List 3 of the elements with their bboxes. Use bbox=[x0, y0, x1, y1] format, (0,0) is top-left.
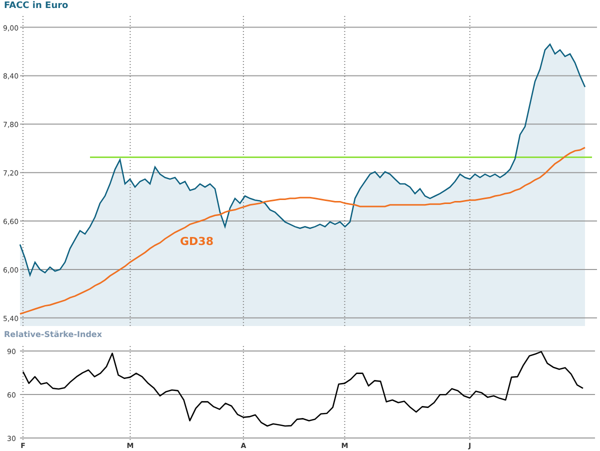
series-label: GD38 bbox=[180, 235, 214, 248]
chart-title: FACC in Euro bbox=[4, 0, 68, 12]
chart-title: Relative-Stärke-Index bbox=[4, 330, 102, 340]
